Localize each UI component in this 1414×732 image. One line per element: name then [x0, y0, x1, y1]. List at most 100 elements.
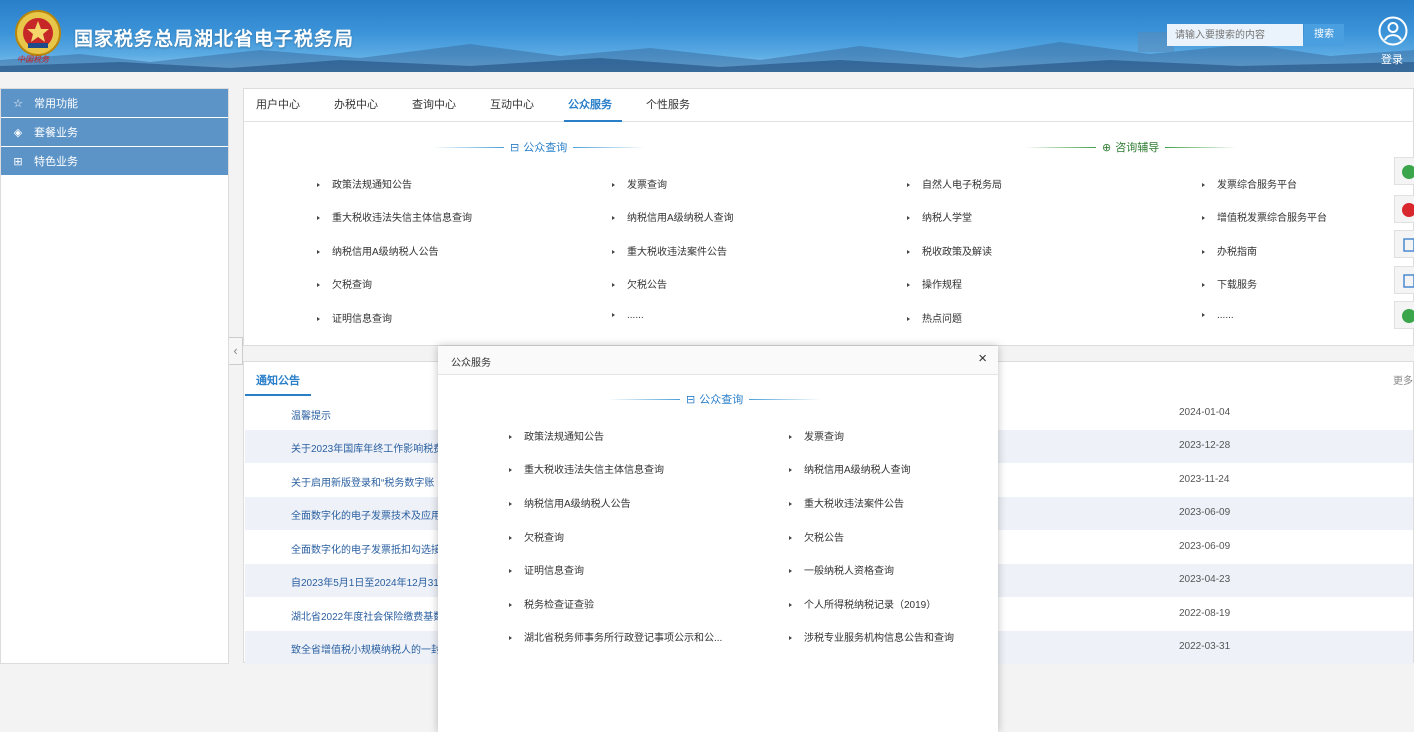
link-item[interactable]: ...... [1202, 310, 1234, 321]
wechat-tool[interactable] [1394, 157, 1414, 185]
tab-public-service[interactable]: 公众服务 [564, 89, 622, 122]
grid-icon: ⊞ [13, 155, 23, 168]
link-item[interactable]: 办税指南 [1202, 243, 1257, 258]
link-item[interactable]: 重大税收违法案件公告 [789, 495, 904, 510]
link-label: 热点问题 [922, 314, 962, 325]
link-label: 个人所得税纳税记录（2019） [804, 600, 937, 611]
link-item[interactable]: 欠税查询 [509, 529, 564, 544]
search-button[interactable]: 搜索 [1304, 24, 1344, 46]
notice-title[interactable]: 湖北省2022年度社会保险缴费基数 [291, 608, 443, 623]
link-label: 欠税公告 [627, 280, 667, 291]
more-link[interactable]: 更多 [1393, 372, 1413, 387]
tab-tax-center[interactable]: 办税中心 [334, 89, 378, 121]
link-item[interactable]: 欠税公告 [789, 529, 844, 544]
notice-date: 2022-03-31 [1179, 641, 1231, 652]
sidebar-item-special-business[interactable]: ⊞ 特色业务 [1, 147, 228, 175]
link-item[interactable]: 纳税信用A级纳税人公告 [509, 495, 631, 510]
link-item[interactable]: 政策法规通知公告 [509, 428, 604, 443]
notice-title[interactable]: 全面数字化的电子发票技术及应用 [291, 507, 441, 522]
app-icon [1403, 238, 1414, 252]
modal-header: 公众服务 × [438, 346, 998, 375]
link-label: 税收政策及解读 [922, 247, 992, 258]
link-label: ...... [1217, 310, 1234, 321]
modal-title: 公众服务 [451, 358, 491, 369]
link-item[interactable]: 欠税查询 [317, 276, 372, 291]
link-item[interactable]: 纳税信用A级纳税人公告 [317, 243, 439, 258]
link-item[interactable]: 发票综合服务平台 [1202, 176, 1297, 191]
close-icon[interactable]: × [978, 350, 987, 367]
chat-icon [1402, 309, 1414, 323]
section-title-text: 公众查询 [699, 394, 744, 406]
link-item[interactable]: 湖北省税务师事务所行政登记事项公示和公... [509, 629, 722, 644]
link-item[interactable]: 重大税收违法案件公告 [612, 243, 727, 258]
link-item[interactable]: 一般纳税人资格查询 [789, 562, 894, 577]
link-item[interactable]: 政策法规通知公告 [317, 176, 412, 191]
link-label: 一般纳税人资格查询 [804, 566, 894, 577]
sidebar-collapse-handle[interactable]: ‹ [229, 337, 243, 365]
link-item[interactable]: 操作规程 [907, 276, 962, 291]
app-tool-2[interactable] [1394, 266, 1414, 294]
link-label: 涉税专业服务机构信息公告和查询 [804, 633, 954, 644]
link-label: 湖北省税务师事务所行政登记事项公示和公... [524, 633, 723, 644]
site-header: 中国税务 国家税务总局湖北省电子税务局 搜索 登录 [0, 0, 1414, 72]
app-tool[interactable] [1394, 230, 1414, 258]
weibo-tool[interactable] [1394, 195, 1414, 223]
link-item[interactable]: 发票查询 [789, 428, 844, 443]
link-item[interactable]: 税务检查证查验 [509, 596, 594, 611]
public-query-section-title: ⊟ 公众查询 [432, 139, 646, 155]
link-label: 重大税收违法案件公告 [804, 499, 904, 510]
user-avatar-icon[interactable] [1378, 16, 1408, 46]
main-panel: 用户中心 办税中心 查询中心 互动中心 公众服务 个性服务 ⊟ 公众查询 ⊕ 咨询辅… [243, 88, 1414, 346]
link-item[interactable]: 证明信息查询 [317, 310, 392, 325]
link-item[interactable]: 下载服务 [1202, 276, 1257, 291]
link-item[interactable]: 欠税公告 [612, 276, 667, 291]
notice-title[interactable]: 关于启用新版登录和“税务数字账 [291, 474, 434, 489]
layers-icon: ◈ [13, 126, 23, 139]
tab-personal-service[interactable]: 个性服务 [646, 89, 690, 121]
tab-user-center[interactable]: 用户中心 [256, 89, 300, 121]
tab-notice[interactable]: 通知公告 [256, 372, 300, 388]
link-label: 证明信息查询 [524, 566, 584, 577]
link-item[interactable]: 重大税收违法失信主体信息查询 [509, 461, 664, 476]
section-title-text: 咨询辅导 [1115, 142, 1160, 154]
notice-title[interactable]: 温馨提示 [291, 407, 331, 422]
link-item[interactable]: 涉税专业服务机构信息公告和查询 [789, 629, 954, 644]
link-item[interactable]: 税收政策及解读 [907, 243, 992, 258]
link-label: 自然人电子税务局 [922, 180, 1002, 191]
tab-query-center[interactable]: 查询中心 [412, 89, 456, 121]
link-item[interactable]: 纳税人学堂 [907, 209, 972, 224]
link-label: 纳税信用A级纳税人查询 [804, 465, 911, 476]
tab-bar: 用户中心 办税中心 查询中心 互动中心 公众服务 个性服务 [244, 89, 1413, 122]
notice-title[interactable]: 关于2023年国库年终工作影响税费 [291, 440, 443, 455]
notice-date: 2023-04-23 [1179, 574, 1231, 585]
sidebar-item-common-functions[interactable]: ☆ 常用功能 [1, 89, 228, 117]
link-item[interactable]: 发票查询 [612, 176, 667, 191]
chat-tool[interactable] [1394, 301, 1414, 329]
link-item[interactable]: 热点问题 [907, 310, 962, 325]
sidebar-item-package-business[interactable]: ◈ 套餐业务 [1, 118, 228, 146]
link-item[interactable]: 证明信息查询 [509, 562, 584, 577]
link-label: 增值税发票综合服务平台 [1217, 213, 1327, 224]
notice-title[interactable]: 自2023年5月1日至2024年12月31 [291, 574, 439, 589]
link-label: 欠税公告 [804, 533, 844, 544]
link-item[interactable]: 增值税发票综合服务平台 [1202, 209, 1327, 224]
link-item[interactable]: 纳税信用A级纳税人查询 [612, 209, 734, 224]
notice-title[interactable]: 全面数字化的电子发票抵扣勾选接 [291, 541, 441, 556]
sidebar-item-label: 套餐业务 [34, 127, 78, 139]
link-label: 欠税查询 [332, 280, 372, 291]
login-link[interactable]: 登录 [1381, 51, 1403, 67]
app-icon [1403, 274, 1414, 288]
sidebar-item-label: 常用功能 [34, 98, 78, 110]
headset-icon: ⊕ [1102, 141, 1112, 154]
link-label: 办税指南 [1217, 247, 1257, 258]
document-icon: ⊟ [510, 141, 520, 154]
link-item[interactable]: 个人所得税纳税记录（2019） [789, 596, 936, 611]
notice-title[interactable]: 致全省增值税小规模纳税人的一封 [291, 641, 441, 656]
search-input[interactable] [1167, 24, 1303, 46]
link-item[interactable]: 纳税信用A级纳税人查询 [789, 461, 911, 476]
link-item[interactable]: 重大税收违法失信主体信息查询 [317, 209, 472, 224]
star-icon: ☆ [13, 97, 23, 110]
tab-interaction-center[interactable]: 互动中心 [490, 89, 534, 121]
link-item[interactable]: 自然人电子税务局 [907, 176, 1002, 191]
link-item[interactable]: ...... [612, 310, 644, 321]
